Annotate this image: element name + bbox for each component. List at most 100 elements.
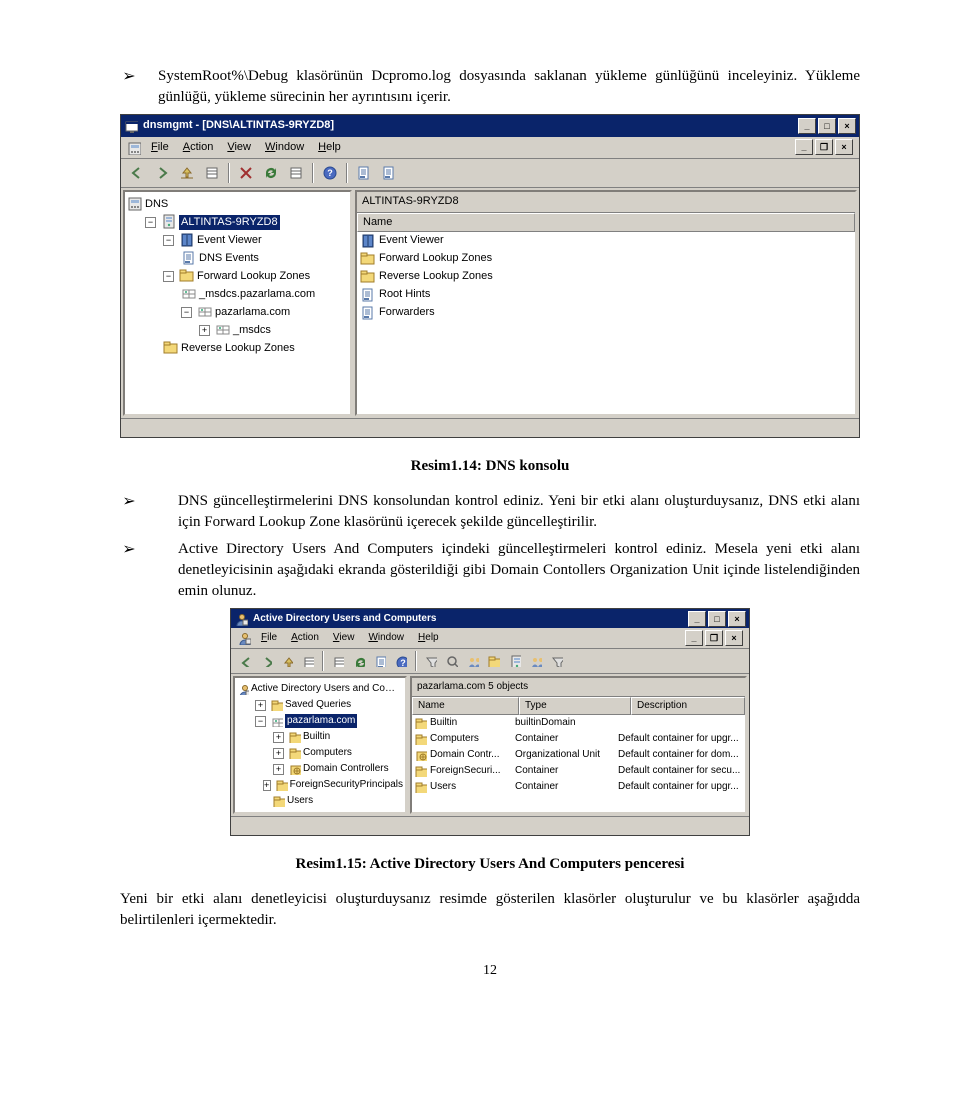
- maximize-button[interactable]: □: [818, 118, 836, 134]
- up-button[interactable]: [277, 651, 297, 671]
- tree-selected[interactable]: ALTINTAS-9RYZD8: [179, 215, 280, 230]
- forward-button[interactable]: [150, 161, 174, 185]
- expand-toggle[interactable]: +: [263, 780, 271, 791]
- expand-toggle[interactable]: −: [163, 271, 174, 282]
- tree-item[interactable]: pazarlama.com: [285, 714, 357, 728]
- list-pane[interactable]: pazarlama.com 5 objects Name Type Descri…: [410, 676, 747, 814]
- expand-toggle[interactable]: +: [273, 732, 284, 743]
- tree-item[interactable]: Saved Queries: [285, 698, 351, 712]
- col-name[interactable]: Name: [357, 213, 855, 232]
- minimize-button[interactable]: _: [798, 118, 816, 134]
- refresh-button[interactable]: [349, 651, 369, 671]
- tool-btn[interactable]: [526, 651, 546, 671]
- tree-item[interactable]: Event Viewer: [197, 233, 262, 248]
- list-address: ALTINTAS-9RYZD8: [357, 192, 855, 212]
- expand-toggle[interactable]: +: [273, 764, 284, 775]
- col-type[interactable]: Type: [519, 697, 631, 715]
- up-button[interactable]: [175, 161, 199, 185]
- tool-btn[interactable]: [505, 651, 525, 671]
- maximize-button[interactable]: □: [708, 611, 726, 627]
- refresh-button[interactable]: [259, 161, 283, 185]
- expand-toggle[interactable]: −: [145, 217, 156, 228]
- expand-toggle[interactable]: −: [163, 235, 174, 246]
- list-row[interactable]: Forwarders: [357, 304, 855, 322]
- expand-toggle[interactable]: +: [255, 700, 266, 711]
- menu-help[interactable]: Help: [312, 139, 347, 156]
- forward-button[interactable]: [256, 651, 276, 671]
- list-row[interactable]: ComputersContainerDefault container for …: [412, 731, 745, 747]
- child-minimize-button[interactable]: _: [685, 630, 703, 646]
- menu-window[interactable]: Window: [259, 139, 310, 156]
- extra-tool-2[interactable]: [377, 161, 401, 185]
- properties-button[interactable]: [284, 161, 308, 185]
- find-button[interactable]: [442, 651, 462, 671]
- list-row[interactable]: Event Viewer: [357, 232, 855, 250]
- tree-item[interactable]: _msdcs: [233, 323, 271, 338]
- ou-icon: [289, 763, 301, 775]
- add-user-button[interactable]: [463, 651, 483, 671]
- menu-help[interactable]: Help: [412, 630, 445, 646]
- menu-action[interactable]: Action: [285, 630, 325, 646]
- tree-pane[interactable]: DNS −ALTINTAS-9RYZD8 −Event Viewer DNS E…: [123, 190, 352, 416]
- tree-item[interactable]: Forward Lookup Zones: [197, 269, 310, 284]
- tool-btn[interactable]: [484, 651, 504, 671]
- extra-tool-1[interactable]: [352, 161, 376, 185]
- filter-button[interactable]: [421, 651, 441, 671]
- close-button[interactable]: ×: [728, 611, 746, 627]
- child-close-button[interactable]: ×: [725, 630, 743, 646]
- menu-view[interactable]: View: [221, 139, 257, 156]
- tree-item[interactable]: Users: [287, 794, 313, 808]
- properties-button[interactable]: [328, 651, 348, 671]
- expand-toggle[interactable]: +: [273, 748, 284, 759]
- tree-root[interactable]: DNS: [145, 197, 168, 212]
- list-row[interactable]: ForeignSecuri...ContainerDefault contain…: [412, 763, 745, 779]
- tree-pane[interactable]: Active Directory Users and Computers + Sa…: [233, 676, 407, 814]
- col-desc[interactable]: Description: [631, 697, 745, 715]
- export-list-button[interactable]: [370, 651, 390, 671]
- tree-item[interactable]: _msdcs.pazarlama.com: [199, 287, 315, 302]
- expand-toggle[interactable]: −: [181, 307, 192, 318]
- delete-button[interactable]: [234, 161, 258, 185]
- tool-btn[interactable]: [547, 651, 567, 671]
- child-restore-button[interactable]: ❐: [705, 630, 723, 646]
- menu-file[interactable]: File: [255, 630, 283, 646]
- list-row[interactable]: UsersContainerDefault container for upgr…: [412, 779, 745, 795]
- col-name[interactable]: Name: [412, 697, 519, 715]
- child-restore-button[interactable]: ❐: [815, 139, 833, 155]
- list-row[interactable]: Forward Lookup Zones: [357, 250, 855, 268]
- child-close-button[interactable]: ×: [835, 139, 853, 155]
- child-minimize-button[interactable]: _: [795, 139, 813, 155]
- tree-root[interactable]: Active Directory Users and Computers: [251, 682, 403, 696]
- list-row[interactable]: Root Hints: [357, 286, 855, 304]
- expand-toggle[interactable]: −: [255, 716, 266, 727]
- help-button[interactable]: [318, 161, 342, 185]
- show-hide-tree-button[interactable]: [200, 161, 224, 185]
- ou-icon: [415, 749, 427, 761]
- minimize-button[interactable]: _: [688, 611, 706, 627]
- cell-desc: Default container for upgr...: [615, 732, 742, 746]
- tree-item[interactable]: Builtin: [303, 730, 330, 744]
- back-button[interactable]: [235, 651, 255, 671]
- menu-view[interactable]: View: [327, 630, 361, 646]
- tree-item[interactable]: Reverse Lookup Zones: [181, 341, 295, 356]
- menu-file[interactable]: File: [145, 139, 175, 156]
- list-row[interactable]: Domain Contr...Organizational UnitDefaul…: [412, 747, 745, 763]
- help-button[interactable]: [391, 651, 411, 671]
- tree-item[interactable]: DNS Events: [199, 251, 259, 266]
- list-row[interactable]: BuiltinbuiltinDomain: [412, 715, 745, 731]
- tree-item[interactable]: Computers: [303, 746, 352, 760]
- folder-icon: [360, 251, 376, 267]
- menu-window[interactable]: Window: [362, 630, 410, 646]
- menu-action[interactable]: Action: [177, 139, 220, 156]
- tree-item[interactable]: pazarlama.com: [215, 305, 290, 320]
- show-hide-tree-button[interactable]: [298, 651, 318, 671]
- tree-item[interactable]: Domain Controllers: [303, 762, 389, 776]
- tree-item[interactable]: ForeignSecurityPrincipals: [290, 778, 403, 792]
- back-button[interactable]: [125, 161, 149, 185]
- list-row[interactable]: Reverse Lookup Zones: [357, 268, 855, 286]
- list-pane[interactable]: ALTINTAS-9RYZD8 Name Event ViewerForward…: [355, 190, 857, 416]
- expand-toggle[interactable]: +: [199, 325, 210, 336]
- cell-name: Reverse Lookup Zones: [376, 269, 852, 284]
- close-button[interactable]: ×: [838, 118, 856, 134]
- cell-name: Forwarders: [376, 305, 852, 320]
